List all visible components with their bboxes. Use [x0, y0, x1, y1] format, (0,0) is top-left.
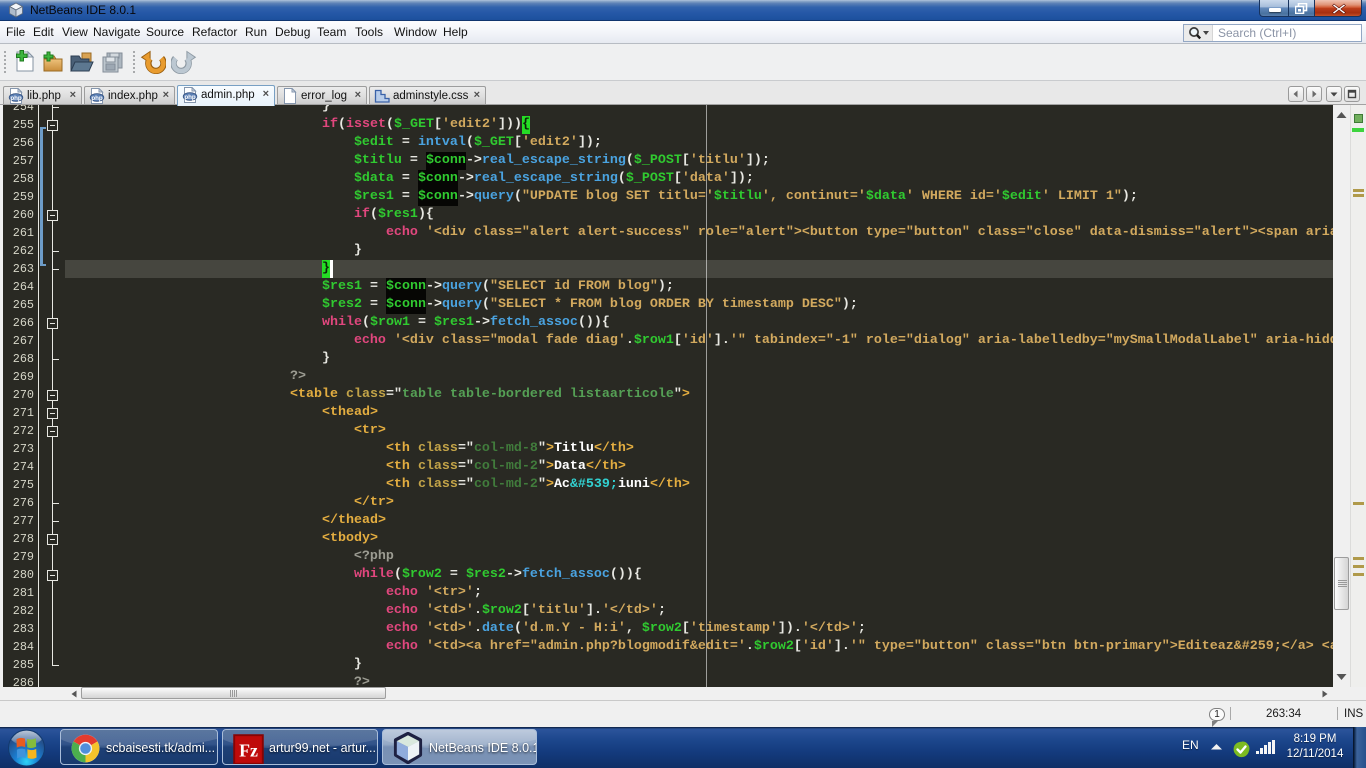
svg-text:Fz: Fz	[239, 741, 258, 761]
svg-text:php: php	[10, 95, 22, 102]
svg-text:php: php	[91, 95, 103, 102]
svg-text:php: php	[184, 94, 196, 101]
